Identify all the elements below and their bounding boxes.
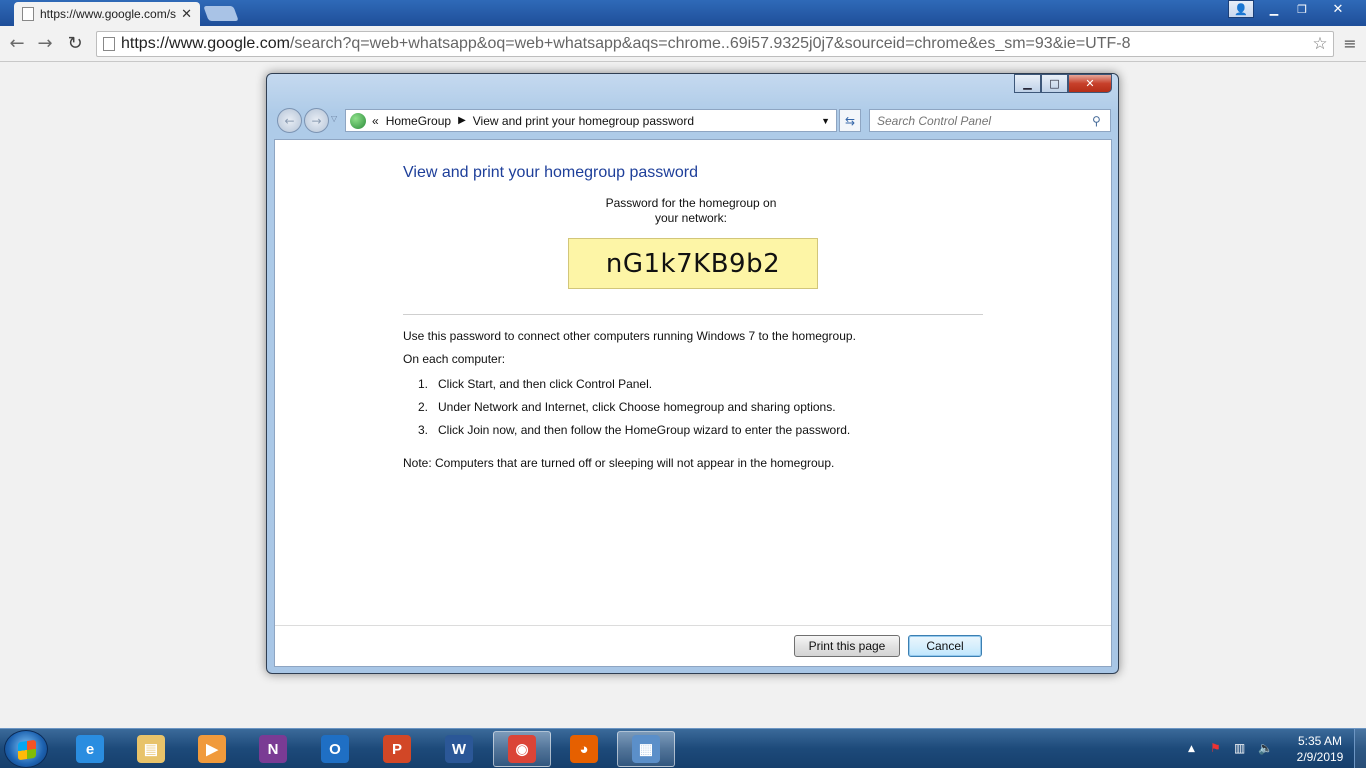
breadcrumb-overflow-icon[interactable]: « xyxy=(372,114,379,128)
step-text: Click Join now, and then follow the Home… xyxy=(438,423,851,437)
bookmark-star-icon[interactable]: ☆ xyxy=(1307,34,1333,54)
back-arrow-icon[interactable]: ← xyxy=(277,108,302,133)
page-icon xyxy=(22,7,34,21)
word-icon: W xyxy=(445,735,473,763)
clock-date: 2/9/2019 xyxy=(1296,750,1344,764)
on-each-computer-text: On each computer: xyxy=(403,352,506,366)
show-hidden-icons-icon[interactable]: ▲ xyxy=(1188,744,1195,754)
taskbar-file-explorer-button[interactable]: ▤ xyxy=(122,731,180,767)
search-control-panel[interactable]: ⚲ xyxy=(869,109,1111,132)
taskbar-media-player-button[interactable]: ▶ xyxy=(183,731,241,767)
chrome-icon: ◉ xyxy=(508,735,536,763)
homegroup-password: nG1k7KB9b2 xyxy=(568,238,818,289)
content-pane: View and print your homegroup password P… xyxy=(274,139,1112,667)
firefox-icon: ◕ xyxy=(570,735,598,763)
tab-title: https://www.google.com/s xyxy=(40,7,177,21)
restore-button[interactable]: ❐ xyxy=(1288,0,1316,18)
file-explorer-icon: ▤ xyxy=(137,735,165,763)
refresh-icon[interactable]: ⇆ xyxy=(839,109,861,132)
reload-icon[interactable]: ↻ xyxy=(64,32,86,54)
system-tray: ▲ ⚑ ▥ 🔈 5:35 AM 2/9/2019 xyxy=(1182,729,1366,768)
volume-icon[interactable]: 🔈 xyxy=(1258,741,1273,755)
homegroup-window: ▁ □ ✕ ← → ▽ « HomeGroup ▶ View and print… xyxy=(266,73,1119,674)
outlook-icon: O xyxy=(321,735,349,763)
back-arrow-icon[interactable]: ← xyxy=(6,32,28,54)
note-text: Note: Computers that are turned off or s… xyxy=(403,456,835,470)
step-number: 1. xyxy=(418,377,429,391)
breadcrumb-current[interactable]: View and print your homegroup password xyxy=(473,114,694,128)
cancel-button[interactable]: Cancel xyxy=(908,635,982,657)
step-number: 3. xyxy=(418,423,429,437)
taskbar-outlook-button[interactable]: O xyxy=(306,731,364,767)
show-desktop-button[interactable] xyxy=(1354,729,1366,768)
browser-window-controls: 👤 ▁ ❐ ✕ xyxy=(1228,0,1360,18)
step-text: Under Network and Internet, click Choose… xyxy=(438,400,836,414)
media-player-icon: ▶ xyxy=(198,735,226,763)
forward-arrow-icon[interactable]: → xyxy=(304,108,329,133)
intro-text: Use this password to connect other compu… xyxy=(403,329,856,343)
clock[interactable]: 5:35 AM 2/9/2019 xyxy=(1290,733,1350,765)
new-tab-button[interactable] xyxy=(203,6,239,21)
search-input[interactable] xyxy=(877,113,1092,128)
navigation-bar: ← → ▽ « HomeGroup ▶ View and print your … xyxy=(275,108,1111,134)
chevron-right-icon[interactable]: ▶ xyxy=(458,115,466,126)
taskbar-chrome-button[interactable]: ◉ xyxy=(493,731,551,767)
browser-toolbar: ← → ↻ https://www.google.com/search?q=we… xyxy=(0,26,1366,62)
taskbar-onenote-button[interactable]: N xyxy=(244,731,302,767)
windows-logo-icon xyxy=(18,739,36,761)
taskbar-firefox-button[interactable]: ◕ xyxy=(555,731,613,767)
clock-time: 5:35 AM xyxy=(1297,734,1343,748)
page-icon xyxy=(103,37,115,51)
chrome-menu-icon[interactable]: ≡ xyxy=(1342,34,1358,53)
browser-tab[interactable]: https://www.google.com/s ✕ xyxy=(14,2,200,26)
chevron-down-icon[interactable]: ▼ xyxy=(821,116,830,126)
breadcrumb-homegroup[interactable]: HomeGroup xyxy=(386,114,451,128)
action-center-flag-icon[interactable]: ⚑ xyxy=(1210,741,1221,755)
password-caption: Password for the homegroup on your netwo… xyxy=(605,196,777,225)
breadcrumb[interactable]: « HomeGroup ▶ View and print your homegr… xyxy=(345,109,837,132)
powerpoint-icon: P xyxy=(383,735,411,763)
close-button[interactable]: ✕ xyxy=(1068,74,1112,93)
start-button[interactable] xyxy=(4,730,48,768)
network-icon[interactable]: ▥ xyxy=(1234,741,1245,755)
minimize-button[interactable]: ▁ xyxy=(1014,74,1041,93)
user-profile-button[interactable]: 👤 xyxy=(1228,0,1254,18)
taskbar-powerpoint-button[interactable]: P xyxy=(368,731,426,767)
step-number: 2. xyxy=(418,400,429,414)
close-window-button[interactable]: ✕ xyxy=(1316,0,1360,18)
dialog-window-controls: ▁ □ ✕ xyxy=(1014,74,1112,93)
footer-divider xyxy=(275,625,1111,626)
divider xyxy=(403,314,983,315)
minimize-button[interactable]: ▁ xyxy=(1260,0,1288,18)
taskbar-internet-explorer-button[interactable]: e xyxy=(61,731,119,767)
recent-pages-chevron-icon[interactable]: ▽ xyxy=(331,114,337,123)
taskbar-word-button[interactable]: W xyxy=(430,731,488,767)
control-panel-icon: ▦ xyxy=(632,735,660,763)
search-icon[interactable]: ⚲ xyxy=(1092,114,1110,128)
forward-arrow-icon[interactable]: → xyxy=(34,32,56,54)
address-bar[interactable]: https://www.google.com/search?q=web+what… xyxy=(96,31,1334,57)
url-text[interactable]: https://www.google.com/search?q=web+what… xyxy=(121,35,1307,53)
internet-explorer-icon: e xyxy=(76,735,104,763)
homegroup-icon xyxy=(350,112,366,129)
step-text: Click Start, and then click Control Pane… xyxy=(438,377,653,391)
taskbar: e ▤ ▶ N O P W ◉ ◕ ▦ ▲ ⚑ ▥ 🔈 5:35 AM 2/9/2019 xyxy=(0,728,1366,768)
onenote-icon: N xyxy=(259,735,287,763)
page-title: View and print your homegroup password xyxy=(403,164,698,181)
print-page-button[interactable]: Print this page xyxy=(794,635,900,657)
taskbar-control-panel-button[interactable]: ▦ xyxy=(617,731,675,767)
maximize-button[interactable]: □ xyxy=(1041,74,1068,93)
close-tab-icon[interactable]: ✕ xyxy=(181,7,192,22)
